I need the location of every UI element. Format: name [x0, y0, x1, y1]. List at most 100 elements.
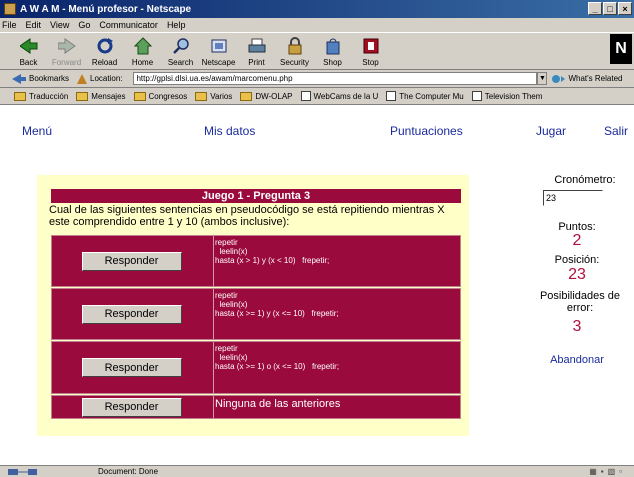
answer-text-3: repetir leelin(x) hasta (x >= 1) o (x <=… [213, 342, 460, 393]
nav-mis-datos-link[interactable]: Mis datos [204, 124, 255, 138]
home-button[interactable]: Home [124, 33, 161, 69]
status-bar: Document: Done ▦▪▧▫ [0, 465, 634, 477]
reload-icon [95, 36, 115, 56]
status-text: Document: Done [98, 467, 159, 476]
bookmark-icon [12, 73, 26, 84]
menu-file[interactable]: File [2, 20, 17, 30]
folder-icon [14, 91, 26, 101]
nav-salir-link[interactable]: Salir [604, 124, 628, 138]
minimize-button[interactable]: _ [588, 2, 602, 15]
search-icon [171, 36, 191, 56]
component-bar-icons[interactable]: ▦▪▧▫ [589, 467, 626, 476]
search-label: Search [167, 58, 194, 67]
location-url-input[interactable]: http://gplsi.dlsi.ua.es/awam/marcomenu.p… [133, 72, 538, 85]
netscape-icon [209, 36, 229, 56]
responder-button-4[interactable]: Responder [81, 397, 182, 417]
answer-text-1: repetir leelin(x) hasta (x > 1) y (x < 1… [213, 236, 460, 286]
menu-edit[interactable]: Edit [26, 20, 42, 30]
cronometro-label: Cronómetro: [554, 174, 616, 186]
print-button[interactable]: Print [238, 33, 275, 69]
abandonar-link[interactable]: Abandonar [532, 354, 622, 366]
bookmarks-button[interactable]: Bookmarks [12, 73, 69, 84]
answer-row: Responder repetir leelin(x) hasta (x >= … [51, 341, 461, 394]
nav-menu-link[interactable]: Menú [22, 124, 52, 138]
home-label: Home [131, 58, 154, 67]
question-header: Juego 1 - Pregunta 3 [51, 189, 461, 203]
bookmark-mensajes[interactable]: Mensajes [76, 91, 126, 101]
responder-button-3[interactable]: Responder [81, 358, 182, 377]
stop-icon [361, 36, 381, 56]
personal-toolbar: Traducción Mensajes Congresos Varios DW-… [0, 88, 634, 105]
back-arrow-icon [19, 36, 39, 56]
shop-bag-icon [323, 36, 343, 56]
menu-communicator[interactable]: Communicator [99, 20, 158, 30]
printer-icon [247, 36, 267, 56]
puntos-value: 2 [572, 232, 582, 249]
connection-icon [8, 469, 37, 475]
folder-icon [133, 91, 146, 101]
error-label: Posibilidades de error: [539, 290, 621, 314]
page-icon [386, 91, 397, 101]
folder-icon [76, 91, 89, 101]
posicion-value: 23 [568, 266, 586, 283]
menubar: File Edit View Go Communicator Help [0, 18, 634, 32]
back-button[interactable]: Back [10, 33, 47, 69]
url-dropdown-button[interactable]: ▼ [537, 72, 548, 85]
answer-row: Responder repetir leelin(x) hasta (x > 1… [51, 235, 461, 287]
menu-help[interactable]: Help [167, 20, 186, 30]
navigation-toolbar: Back Forward Reload Home Search Netscape [0, 32, 634, 70]
netscape-window-icon [4, 3, 16, 15]
window-titlebar: A W A M - Menú profesor - Netscape _ □ × [0, 0, 634, 18]
page-icon [471, 91, 482, 101]
nav-jugar-link[interactable]: Jugar [536, 124, 566, 138]
question-panel: Juego 1 - Pregunta 3 Cual de las siguien… [37, 175, 469, 436]
page-icon [300, 91, 311, 101]
shop-button[interactable]: Shop [314, 33, 351, 69]
responder-button-2[interactable]: Responder [81, 304, 182, 324]
netscape-n-logo[interactable]: N [610, 34, 632, 64]
forward-label: Forward [51, 58, 82, 67]
maximize-button[interactable]: □ [603, 2, 617, 15]
print-label: Print [248, 58, 265, 67]
responder-button-1[interactable]: Responder [81, 251, 182, 271]
bookmark-computer-mu[interactable]: The Computer Mu [386, 91, 464, 101]
home-icon [133, 36, 153, 56]
bookmark-dw-olap[interactable]: DW-OLAP [240, 91, 293, 101]
forward-button[interactable]: Forward [48, 33, 85, 69]
stop-label: Stop [362, 58, 379, 67]
security-button[interactable]: Security [276, 33, 313, 69]
location-pin-icon [77, 73, 88, 84]
security-label: Security [280, 58, 309, 67]
back-label: Back [19, 58, 38, 67]
error-value: 3 [572, 318, 582, 335]
stop-button[interactable]: Stop [352, 33, 389, 69]
whats-related-button[interactable]: What's Related [551, 74, 622, 84]
reload-button[interactable]: Reload [86, 33, 123, 69]
menu-view[interactable]: View [50, 20, 69, 30]
question-text: Cual de las siguientes sentencias en pse… [49, 204, 445, 228]
whats-related-icon [552, 74, 566, 83]
bookmark-varios[interactable]: Varios [195, 91, 232, 101]
answer-row: Responder Ninguna de las anteriores [51, 395, 461, 419]
window-title: A W A M - Menú profesor - Netscape [20, 3, 192, 15]
cronometro-field[interactable]: 23 [543, 190, 603, 206]
location-label: Location: [77, 73, 122, 84]
bookmark-webcams[interactable]: WebCams de la U [300, 91, 378, 101]
menu-go[interactable]: Go [78, 20, 90, 30]
close-button[interactable]: × [618, 2, 632, 15]
nav-puntuaciones-link[interactable]: Puntuaciones [390, 124, 463, 138]
bookmark-congresos[interactable]: Congresos [133, 91, 187, 101]
folder-icon [195, 91, 208, 101]
bookmark-television[interactable]: Television Them [471, 91, 542, 101]
posicion-label: Posición: [554, 254, 600, 266]
answer-text-2: repetir leelin(x) hasta (x >= 1) y (x <=… [213, 289, 460, 339]
answer-row: Responder repetir leelin(x) hasta (x >= … [51, 288, 461, 340]
forward-arrow-icon [57, 36, 77, 56]
folder-icon [240, 91, 253, 101]
bookmark-traduccion[interactable]: Traducción [14, 91, 68, 101]
netscape-label: Netscape [201, 58, 236, 67]
shop-label: Shop [323, 58, 342, 67]
search-button[interactable]: Search [162, 33, 199, 69]
answer-text-4: Ninguna de las anteriores [213, 396, 460, 418]
netscape-button[interactable]: Netscape [200, 33, 237, 69]
